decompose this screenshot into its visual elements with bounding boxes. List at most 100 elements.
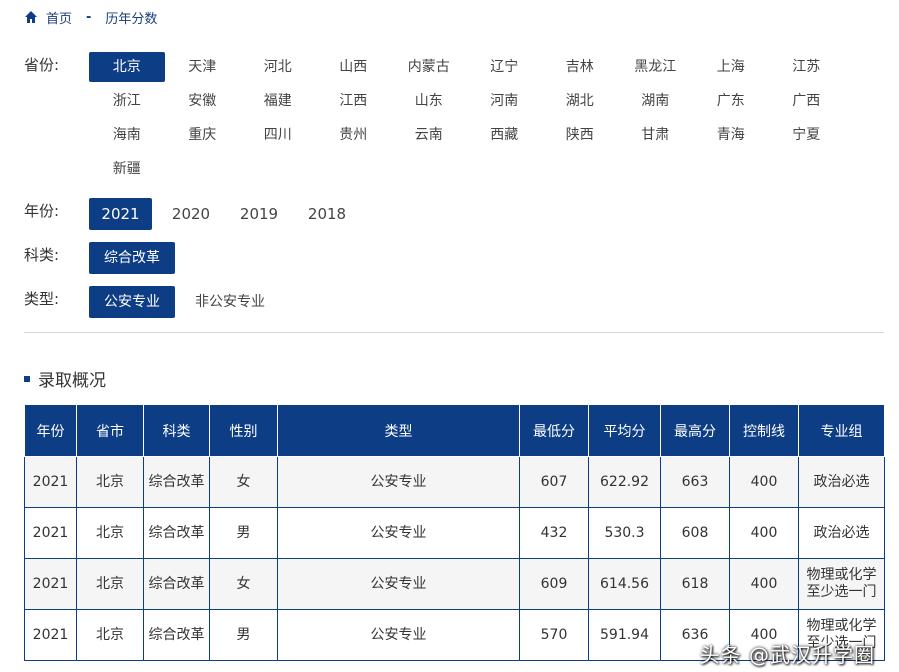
province-option[interactable]: 山东 [391,86,467,116]
year-filter: 年份: 2021 2020 2019 2018 [24,198,849,230]
province-option[interactable]: 福建 [240,86,316,116]
province-option[interactable]: 西藏 [467,120,543,150]
province-option[interactable]: 安徽 [165,86,241,116]
province-option[interactable]: 内蒙古 [391,52,467,82]
province-option[interactable]: 宁夏 [769,120,845,150]
province-option[interactable]: 四川 [240,120,316,150]
year-option[interactable]: 2019 [225,198,293,230]
subject-options: 综合改革 [89,242,849,274]
table-cell: 591.94 [588,609,661,661]
table-cell: 公安专业 [277,558,520,610]
divider [24,332,884,333]
year-option[interactable]: 2020 [157,198,225,230]
province-option[interactable]: 湖北 [542,86,618,116]
table-cell: 2021 [24,558,77,610]
subject-option[interactable]: 综合改革 [89,242,175,274]
type-option[interactable]: 公安专业 [89,286,175,318]
breadcrumb-separator: - [86,9,92,25]
home-icon[interactable] [24,10,38,24]
province-option[interactable]: 江苏 [769,52,845,82]
table-cell: 2021 [24,456,77,508]
table-cell: 607 [519,456,589,508]
section-title: 录取概况 [38,371,106,391]
type-option[interactable]: 非公安专业 [175,286,285,318]
table-cell: 北京 [76,456,144,508]
column-header: 控制线 [729,404,799,457]
table-cell: 663 [660,456,730,508]
table-body: 2021 北京 综合改革女公安专业 607 622.92 663 400 政治必选 2021 北京… [24,456,885,661]
type-filter-label: 类型: [24,290,60,308]
column-header: 类型 [277,404,520,457]
province-option[interactable]: 河北 [240,52,316,82]
province-option[interactable]: 青海 [693,120,769,150]
table-cell: 北京 [76,609,144,661]
table-cell: 综合改革 [143,456,210,508]
table-cell: 女 [209,456,278,508]
year-option[interactable]: 2021 [89,198,152,230]
year-filter-label: 年份: [24,202,60,220]
table-cell: 物理或化学至少选一门 [798,558,885,610]
square-bullet-icon [24,375,30,382]
table-cell: 政治必选 [798,507,885,559]
breadcrumb-current[interactable]: 历年分数 [105,8,157,27]
year-options: 2021 2020 2019 2018 [89,198,849,230]
table-cell: 北京 [76,507,144,559]
province-option[interactable]: 云南 [391,120,467,150]
table-header-row: 年份 省市 科类 性别 类型 最低分 平均分 最高分 控制线 专业组 [24,404,885,457]
province-option[interactable]: 北京 [89,52,165,82]
province-option[interactable]: 贵州 [316,120,392,150]
province-option[interactable]: 陕西 [542,120,618,150]
table-cell: 432 [519,507,589,559]
column-header: 专业组 [798,404,885,457]
province-option[interactable]: 上海 [693,52,769,82]
table-cell: 614.56 [588,558,661,610]
province-option[interactable]: 天津 [165,52,241,82]
breadcrumb: 首页 - 历年分数 [24,8,157,27]
table-cell: 综合改革 [143,558,210,610]
province-option[interactable]: 浙江 [89,86,165,116]
province-option[interactable]: 江西 [316,86,392,116]
table-cell: 公安专业 [277,507,520,559]
table-cell: 622.92 [588,456,661,508]
province-option[interactable]: 广西 [769,86,845,116]
table-cell: 618 [660,558,730,610]
section-heading: 录取概况 [24,366,106,391]
table-cell: 政治必选 [798,456,885,508]
province-option[interactable]: 新疆 [89,154,165,184]
table-row: 2021 北京 综合改革男公安专业 432 530.3 608 400 政治必选 [24,507,885,559]
table-row: 2021 北京 综合改革女公安专业 607 622.92 663 400 政治必选 [24,456,885,508]
table-cell: 608 [660,507,730,559]
province-option[interactable]: 重庆 [165,120,241,150]
table-cell: 400 [729,507,799,559]
column-header: 科类 [143,404,210,457]
table-cell: 男 [209,507,278,559]
admission-table: 年份 省市 科类 性别 类型 最低分 平均分 最高分 控制线 专业组 2021 北京 综合改革女公安专… [24,404,885,661]
column-header: 性别 [209,404,278,457]
province-option[interactable]: 吉林 [542,52,618,82]
province-options: 北京 天津 河北 山西 内蒙古 辽宁 吉林 黑龙江 上海 江苏浙江 安徽 福建 江西 山东 河南 湖北 湖南 广东… [89,52,849,188]
table-cell: 609 [519,558,589,610]
table-cell: 综合改革 [143,609,210,661]
province-option[interactable]: 辽宁 [467,52,543,82]
table-cell: 400 [729,558,799,610]
province-option[interactable]: 黑龙江 [618,52,694,82]
subject-filter-label: 科类: [24,246,60,264]
province-option[interactable]: 广东 [693,86,769,116]
province-filter-label: 省份: [24,56,60,74]
column-header: 平均分 [588,404,661,457]
type-filter: 类型: 公安专业 非公安专业 [24,286,849,318]
province-option[interactable]: 河南 [467,86,543,116]
province-option[interactable]: 甘肃 [618,120,694,150]
table-row: 2021 北京 综合改革女公安专业 609 614.56 618 400 物理或化学至少选一门 [24,558,885,610]
column-header: 省市 [76,404,144,457]
subject-filter: 科类: 综合改革 [24,242,849,274]
column-header: 年份 [24,404,77,457]
year-option[interactable]: 2018 [293,198,361,230]
province-option[interactable]: 海南 [89,120,165,150]
province-option[interactable]: 湖南 [618,86,694,116]
table-cell: 530.3 [588,507,661,559]
table-cell: 综合改革 [143,507,210,559]
breadcrumb-home-link[interactable]: 首页 [46,8,72,27]
province-option[interactable]: 山西 [316,52,392,82]
table-cell: 2021 [24,609,77,661]
